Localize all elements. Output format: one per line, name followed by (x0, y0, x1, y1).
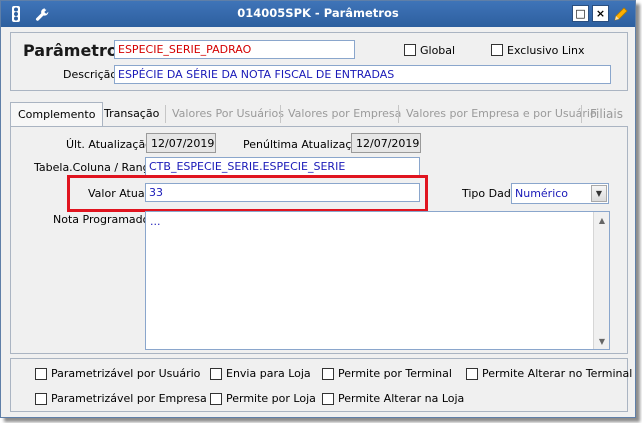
tab-transacao[interactable]: Transação (97, 102, 166, 126)
tabela-coluna-label: Tabela.Coluna / Range (34, 161, 157, 174)
tab-strip: Complemento Transação Valores Por Usuári… (10, 102, 630, 127)
tipo-dado-select[interactable]: Numérico ▼ (511, 183, 609, 204)
param-usuario-option[interactable]: Parametrizável por Usuário (35, 367, 200, 380)
tab-valores-por-empresa[interactable]: Valores por Empresa (281, 102, 408, 126)
descricao-field[interactable]: ESPÉCIE DA SÉRIE DA NOTA FISCAL DE ENTRA… (114, 65, 611, 84)
exclusivo-linx-checkbox[interactable] (491, 44, 503, 56)
tabela-coluna-field[interactable]: CTB_ESPECIE_SERIE.ESPECIE_SERIE (145, 157, 420, 176)
param-empresa-option[interactable]: Parametrizável por Empresa (35, 392, 207, 405)
nota-programador-textarea[interactable]: ... ▲ ▼ (145, 211, 610, 350)
permite-alterar-terminal-option[interactable]: Permite Alterar no Terminal (466, 367, 632, 380)
parametro-field[interactable]: ESPECIE_SERIE_PADRAO (114, 40, 355, 59)
permite-alterar-terminal-checkbox[interactable] (466, 367, 478, 380)
permite-alterar-loja-option[interactable]: Permite Alterar na Loja (322, 392, 464, 405)
penultima-atualizacao-field: 12/07/2019 (351, 133, 421, 153)
window-title: 014005SPK - Parâmetros (237, 6, 399, 20)
global-checkbox[interactable] (404, 44, 416, 56)
penultima-atualizacao-label: Penúltima Atualização (243, 138, 365, 151)
permite-loja-label: Permite por Loja (226, 392, 316, 405)
parameter-header: Parâmetro ESPECIE_SERIE_PADRAO Global Ex… (10, 32, 628, 91)
valor-atual-label: Valor Atual (88, 187, 148, 200)
parametros-window: 014005SPK - Parâmetros □ × Parâmetro ESP… (0, 0, 636, 418)
exclusivo-linx-label: Exclusivo Linx (507, 44, 585, 57)
param-empresa-checkbox[interactable] (35, 392, 47, 405)
options-box: Parametrizável por Usuário Envia para Lo… (10, 358, 632, 412)
permite-loja-checkbox[interactable] (210, 392, 222, 405)
valor-atual-field[interactable]: 33 (145, 183, 420, 202)
permite-terminal-option[interactable]: Permite por Terminal (322, 367, 452, 380)
ult-atualizacao-label: Últ. Atualização (66, 138, 152, 151)
restore-icon[interactable]: □ (572, 5, 589, 22)
vertical-scrollbar[interactable]: ▲ ▼ (593, 212, 609, 349)
param-usuario-label: Parametrizável por Usuário (51, 367, 201, 380)
tab-valores-por-usuarios[interactable]: Valores Por Usuários (165, 102, 291, 126)
nota-programador-text: ... (150, 215, 161, 228)
ult-atualizacao-field: 12/07/2019 (146, 133, 216, 153)
parametro-label: Parâmetro (23, 41, 118, 60)
permite-loja-option[interactable]: Permite por Loja (210, 392, 316, 405)
scroll-up-icon[interactable]: ▲ (594, 212, 610, 228)
nota-programador-label: Nota Programador (53, 213, 154, 226)
chevron-down-icon[interactable]: ▼ (591, 185, 607, 202)
envia-loja-checkbox[interactable] (210, 367, 222, 380)
tipo-dado-value: Numérico (515, 187, 569, 200)
close-icon[interactable]: × (592, 5, 609, 22)
envia-loja-option[interactable]: Envia para Loja (210, 367, 311, 380)
permite-alterar-loja-checkbox[interactable] (322, 392, 334, 405)
window-controls: □ × (572, 5, 630, 23)
tab-valores-empresa-usuario[interactable]: Valores por Empresa e por Usuário (399, 102, 604, 126)
permite-alterar-loja-label: Permite Alterar na Loja (338, 392, 465, 405)
permite-terminal-label: Permite por Terminal (338, 367, 452, 380)
tab-separator (581, 105, 582, 123)
global-label: Global (420, 44, 456, 57)
tab-filiais[interactable]: Filiais (583, 102, 630, 126)
param-usuario-checkbox[interactable] (35, 367, 47, 380)
title-bar: 014005SPK - Parâmetros □ × (1, 1, 635, 27)
scroll-down-icon[interactable]: ▼ (594, 333, 610, 349)
descricao-label: Descrição (63, 68, 118, 81)
permite-alterar-terminal-label: Permite Alterar no Terminal (482, 367, 633, 380)
pencil-icon[interactable] (612, 5, 630, 23)
param-empresa-label: Parametrizável por Empresa (51, 392, 207, 405)
envia-loja-label: Envia para Loja (226, 367, 311, 380)
tipo-dado-label: Tipo Dado (462, 187, 518, 200)
permite-terminal-checkbox[interactable] (322, 367, 334, 380)
tab-complemento[interactable]: Complemento (10, 102, 104, 127)
